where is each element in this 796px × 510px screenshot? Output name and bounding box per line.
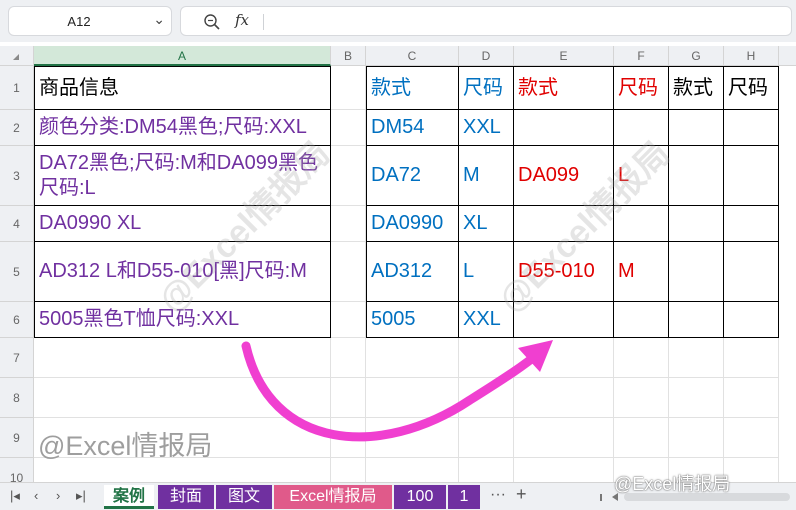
next-sheet-icon[interactable]: › [56,488,60,503]
more-sheets-icon[interactable]: ··· [490,486,506,504]
annotation-arrow [241,340,553,442]
sheet-tab-4[interactable]: 100 [394,485,446,509]
last-sheet-icon[interactable]: ▸| [76,488,86,504]
sheet-tab-0[interactable]: 案例 [104,485,154,509]
sheet-tab-3[interactable]: Excel情报局 [274,485,392,509]
sheet-tab-1[interactable]: 封面 [158,485,214,509]
prev-sheet-icon[interactable]: ‹ [34,488,38,503]
sheet-tab-5[interactable]: 1 [448,485,480,509]
first-sheet-icon[interactable]: |◂ [10,488,20,504]
sheet-tab-2[interactable]: 图文 [216,485,272,509]
brand-watermark: @Excel情报局 [614,474,731,494]
add-sheet-icon[interactable]: + [516,484,527,505]
spreadsheet-window: A12 ⌄ fx A B C D E F G H 1 2 3 4 5 6 7 8… [0,0,796,510]
